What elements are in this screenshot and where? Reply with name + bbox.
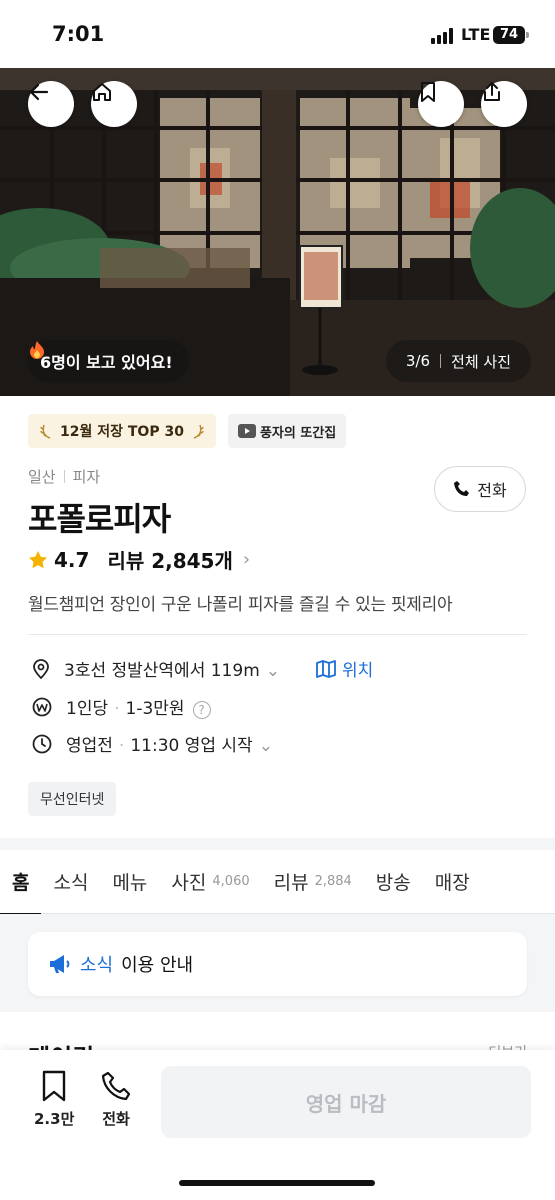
save-count: 2.3만 xyxy=(34,1110,75,1128)
share-icon xyxy=(484,82,500,101)
share-button[interactable] xyxy=(481,81,527,127)
store-description: 월드챔피언 장인이 구운 나폴리 피자를 즐길 수 있는 핏제리아 xyxy=(28,595,453,615)
business-status: 영업전 xyxy=(66,736,113,756)
status-bar: 7:01 LTE 74 xyxy=(0,0,555,68)
map-icon xyxy=(316,659,336,678)
category-breadcrumb: 일산 피자 xyxy=(28,466,100,487)
battery-icon: 74 xyxy=(493,26,529,44)
tab-count: 4,060 xyxy=(212,874,250,889)
hours-row[interactable]: 영업전 · 11:30 영업 시작 ⌄ xyxy=(32,731,273,756)
clock-icon xyxy=(32,734,52,753)
photo-counter: 3/6 xyxy=(405,352,431,370)
tab-label: 방송 xyxy=(375,872,411,894)
chevron-down-icon: ⌄ xyxy=(265,661,281,681)
bottom-call-button[interactable]: 전화 xyxy=(101,1070,131,1129)
notice-area: 소식 이용 안내 xyxy=(0,914,555,1012)
price-range: 1-3만원 xyxy=(125,699,185,719)
location-row[interactable]: 3호선 정발산역에서 119m ⌄ 위치 xyxy=(32,656,373,681)
store-name: 포폴로피자 xyxy=(28,500,171,538)
all-photos-button[interactable]: 3/6 전체 사진 xyxy=(385,340,531,382)
amenity-chip-wifi: 무선인터넷 xyxy=(28,782,117,816)
tab-broadcast[interactable]: 방송 xyxy=(364,850,423,914)
phone-icon xyxy=(101,1071,131,1101)
review-count: 리뷰 2,845개 xyxy=(107,549,233,573)
category-label: 피자 xyxy=(72,468,101,486)
bookmark-icon xyxy=(42,1070,66,1102)
business-hours: 11:30 영업 시작 xyxy=(130,736,253,756)
bookmark-icon xyxy=(421,82,435,102)
save-button[interactable]: 2.3만 xyxy=(34,1070,74,1129)
status-time: 7:01 xyxy=(52,22,105,46)
call-label: 전화 xyxy=(477,481,507,500)
region-label: 일산 xyxy=(28,468,56,486)
star-icon xyxy=(29,550,47,568)
price-row: 1인당 · 1-3만원? xyxy=(32,694,211,719)
badge-row: 12월 저장 TOP 30 풍자의 또간집 xyxy=(28,414,347,448)
location-text: 3호선 정발산역에서 119m xyxy=(64,661,260,681)
map-link-label: 위치 xyxy=(342,661,374,681)
tab-count: 2,884 xyxy=(314,874,352,889)
help-icon[interactable]: ? xyxy=(192,701,211,719)
tab-label: 리뷰 xyxy=(273,872,309,894)
top30-badge[interactable]: 12월 저장 TOP 30 xyxy=(28,414,216,448)
divider xyxy=(63,470,65,483)
hero-photo[interactable]: 6명이 보고 있어요! 3/6 전체 사진 xyxy=(0,68,555,396)
all-photos-label: 전체 사진 xyxy=(451,352,511,371)
play-icon xyxy=(237,424,256,438)
top30-label: 12월 저장 TOP 30 xyxy=(60,424,184,440)
tab-label: 홈 xyxy=(12,872,30,894)
section-gap xyxy=(0,838,555,850)
tab-news[interactable]: 소식 xyxy=(41,850,100,914)
tab-reviews[interactable]: 리뷰 2,884 xyxy=(262,850,364,914)
tv-label: 풍자의 또간집 xyxy=(259,425,337,441)
network-label: LTE xyxy=(461,25,491,44)
fire-icon xyxy=(30,341,44,359)
closed-status-button[interactable]: 영업 마감 xyxy=(161,1066,531,1138)
tab-photos[interactable]: 사진 4,060 xyxy=(159,850,261,914)
price-label: 1인당 xyxy=(66,699,109,719)
map-link[interactable]: 위치 xyxy=(316,656,373,681)
phone-icon xyxy=(454,481,470,496)
chevron-down-icon: ⌄ xyxy=(258,736,273,756)
viewers-pill: 6명이 보고 있어요! xyxy=(28,340,189,382)
tab-label: 매장 xyxy=(434,872,470,894)
call-button[interactable]: 전화 xyxy=(434,466,526,512)
chevron-right-icon: › xyxy=(242,549,251,570)
rating-row[interactable]: 4.7 리뷰 2,845개 › xyxy=(28,545,250,574)
divider xyxy=(28,634,527,635)
bookmark-button[interactable] xyxy=(418,81,464,127)
call-label: 전화 xyxy=(102,1110,130,1128)
notice-text: 이용 안내 xyxy=(121,955,194,976)
megaphone-icon xyxy=(50,955,70,973)
tab-label: 메뉴 xyxy=(112,872,148,894)
rating-value: 4.7 xyxy=(54,547,90,572)
home-icon xyxy=(93,83,111,101)
viewers-text: 6명이 보고 있어요! xyxy=(40,353,173,372)
tv-badge[interactable]: 풍자의 또간집 xyxy=(227,414,347,448)
back-arrow-icon xyxy=(29,83,49,101)
home-indicator xyxy=(179,1180,375,1186)
tab-home[interactable]: 홈 xyxy=(0,850,42,915)
tab-label: 사진 xyxy=(171,872,207,894)
won-icon xyxy=(32,697,52,716)
signal-icon xyxy=(431,28,455,44)
home-button[interactable] xyxy=(91,81,137,127)
tab-store[interactable]: 매장 xyxy=(423,850,482,914)
tab-menu[interactable]: 메뉴 xyxy=(100,850,159,914)
location-pin-icon xyxy=(33,658,49,679)
tab-bar: 홈 소식 메뉴 사진 4,060 리뷰 2,884 방송 매장 xyxy=(0,850,555,915)
notice-highlight: 소식 xyxy=(80,955,114,976)
laurel-right-icon xyxy=(193,424,204,439)
back-button[interactable] xyxy=(28,81,74,127)
tab-label: 소식 xyxy=(53,872,89,894)
divider xyxy=(440,354,442,368)
laurel-left-icon xyxy=(40,424,51,439)
notice-card[interactable]: 소식 이용 안내 xyxy=(28,932,527,996)
bottom-action-bar: 2.3만 전화 영업 마감 xyxy=(0,1050,555,1200)
